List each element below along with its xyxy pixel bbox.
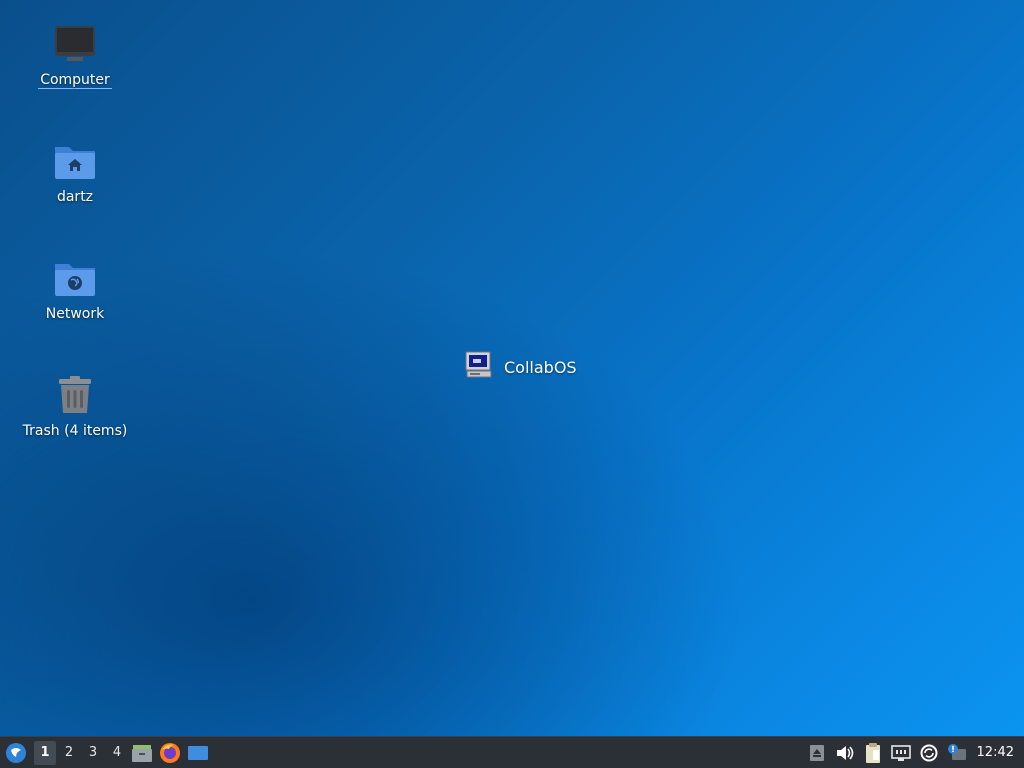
- desktop-icon-label: Network: [45, 306, 105, 322]
- taskbar: 1 2 3 4 12:42: [0, 736, 1024, 768]
- home-folder-icon: [51, 137, 99, 185]
- notification-button[interactable]: [943, 738, 971, 768]
- update-button[interactable]: [915, 738, 943, 768]
- trash-icon: [51, 371, 99, 419]
- volume-icon: [836, 745, 853, 760]
- desktop-icon-label: Computer: [38, 72, 112, 89]
- computer-icon: [51, 20, 99, 68]
- system-tray: 12:42: [803, 737, 1024, 768]
- update-icon: [920, 744, 938, 761]
- desktop-icon-collabos[interactable]: CollabOS: [464, 350, 577, 384]
- clock[interactable]: 12:42: [971, 745, 1024, 760]
- file-manager-launcher[interactable]: [128, 738, 156, 768]
- workspace-3-button[interactable]: 3: [82, 741, 104, 765]
- network-button[interactable]: [887, 738, 915, 768]
- show-desktop-launcher[interactable]: [184, 738, 212, 768]
- workspace-2-button[interactable]: 2: [58, 741, 80, 765]
- desktop[interactable]: Computer dartz Network Trash (4 items) C…: [0, 0, 1024, 736]
- file-manager-icon: [132, 744, 152, 762]
- show-desktop-icon: [188, 745, 208, 760]
- desktop-icon-computer[interactable]: Computer: [20, 20, 130, 89]
- workspace-4-button[interactable]: 4: [106, 741, 128, 765]
- collabos-monitor-icon: [464, 350, 494, 384]
- clipboard-button[interactable]: [859, 738, 887, 768]
- firefox-launcher[interactable]: [156, 738, 184, 768]
- desktop-icon-network[interactable]: Network: [20, 254, 130, 322]
- desktop-icon-trash[interactable]: Trash (4 items): [20, 371, 130, 439]
- firefox-icon: [160, 742, 180, 763]
- desktop-icon-home-folder[interactable]: dartz: [20, 137, 130, 205]
- network-folder-icon: [51, 254, 99, 302]
- eject-button[interactable]: [803, 738, 831, 768]
- notification-icon: [947, 743, 966, 760]
- network-wired-icon: [890, 744, 911, 761]
- desktop-icon-label: Trash (4 items): [22, 423, 128, 439]
- eject-icon: [809, 744, 824, 761]
- collabos-label: CollabOS: [504, 357, 577, 377]
- volume-button[interactable]: [831, 738, 859, 768]
- desktop-icon-label: dartz: [56, 189, 94, 205]
- clipboard-icon: [865, 742, 880, 763]
- start-menu-icon: [6, 742, 26, 763]
- start-menu-button[interactable]: [0, 737, 32, 768]
- workspace-1-button[interactable]: 1: [34, 740, 56, 765]
